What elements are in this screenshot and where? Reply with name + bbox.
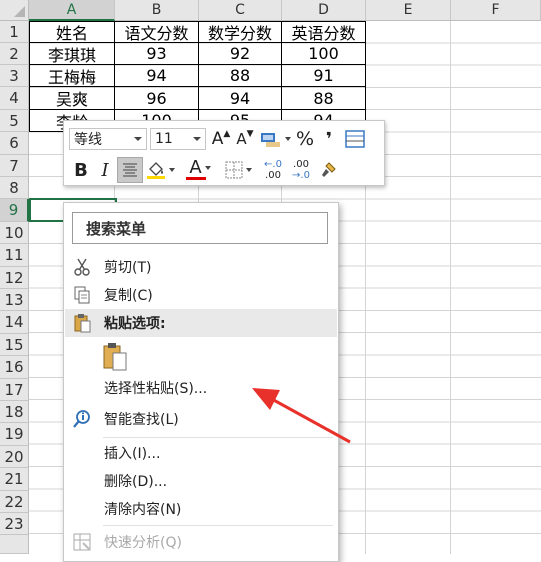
- annotation-arrow: [252, 388, 351, 444]
